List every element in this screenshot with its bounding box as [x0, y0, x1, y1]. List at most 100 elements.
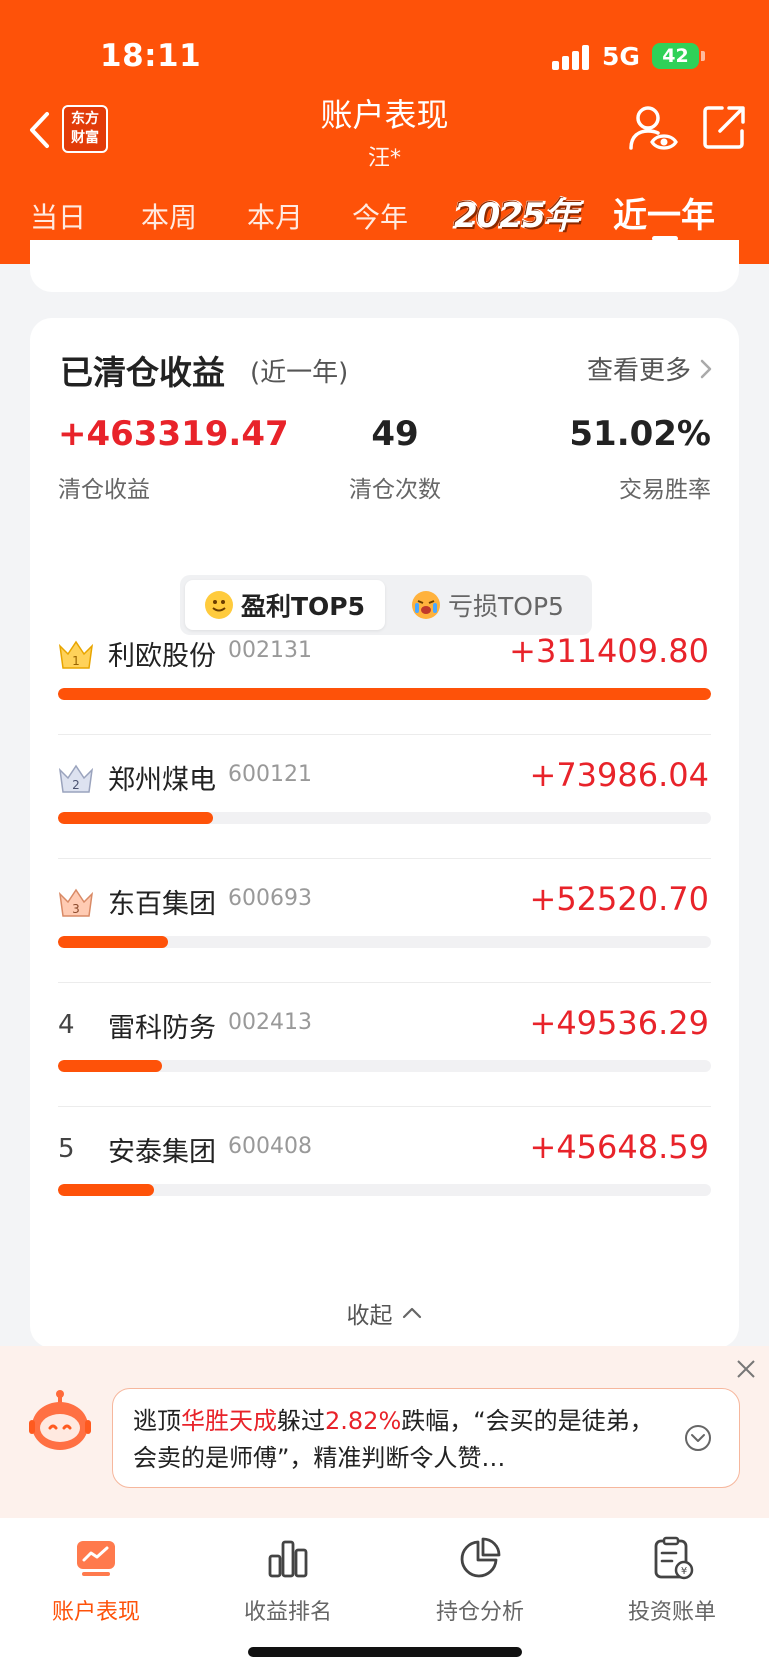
closed-count-label: 清仓次数 [349, 477, 441, 503]
nav-account-performance[interactable]: 账户表现 [0, 1536, 192, 1626]
closed-profit-label: 清仓收益 [58, 477, 150, 503]
profit-bar-fill [58, 1060, 162, 1072]
closed-count-value: 49 [371, 414, 419, 454]
range-tabs: 当日 本周 本月 今年 2025年 近一年 [0, 188, 769, 244]
privacy-toggle-icon [629, 106, 678, 150]
stock-name: 雷科防务 [108, 1013, 216, 1044]
insight-text: 逃顶华胜天成躲过2.82%跌幅，“会买的是徒弟，会卖的是师傅”，精准判断令人赞… [133, 1403, 673, 1477]
signal-icon [552, 44, 592, 70]
tab-this-year[interactable]: 今年 [352, 196, 408, 236]
see-more-link[interactable]: 查看更多 [587, 350, 713, 387]
tab-today[interactable]: 当日 [30, 196, 86, 236]
battery-level: 42 [662, 45, 689, 67]
ranking-row[interactable]: 3 东百集团 600693 +52520.70 [58, 876, 711, 1008]
stock-name: 安泰集团 [108, 1137, 216, 1168]
ranking-row[interactable]: 4 雷科防务 002413 +49536.29 [58, 1000, 711, 1132]
insight-pre: 逃顶 [133, 1407, 181, 1435]
insight-mid: 躲过 [277, 1407, 325, 1435]
insight-bubble[interactable]: 逃顶华胜天成躲过2.82%跌幅，“会买的是徒弟，会卖的是师傅”，精准判断令人赞… [112, 1388, 740, 1488]
rank-number: 4 [58, 1010, 75, 1040]
stock-profit: +73986.04 [529, 756, 710, 794]
crown-rank: 1 [72, 654, 80, 668]
close-banner-button[interactable] [735, 1358, 757, 1380]
profit-bar-fill [58, 936, 169, 948]
collapse-label: 收起 [346, 1303, 393, 1329]
row-divider [58, 1106, 711, 1107]
tab-2025[interactable]: 2025年 [453, 188, 581, 238]
closed-profit-value: +463319.47 [58, 414, 289, 454]
nav-holding-analysis[interactable]: 持仓分析 [384, 1536, 576, 1626]
nav-label: 投资账单 [627, 1600, 716, 1625]
top5-toggle: 盈利TOP5 亏损TOP5 [180, 575, 592, 635]
ranking-row[interactable]: 1 利欧股份 002131 +311409.80 [58, 628, 711, 760]
win-rate-label: 交易胜率 [619, 477, 711, 503]
card-range: (近一年) [250, 358, 349, 388]
stock-profit: +45648.59 [529, 1128, 710, 1166]
smile-emoji-icon [204, 591, 233, 619]
status-time: 18:11 [100, 38, 202, 74]
win-rate-value: 51.02% [569, 414, 711, 454]
stock-code: 600693 [228, 886, 312, 911]
profit-bar-track [58, 1184, 711, 1196]
nav-label: 持仓分析 [435, 1600, 524, 1625]
closed-positions-card: 已清仓收益 (近一年) 查看更多 +463319.47 清仓收益 49 清仓次数… [30, 318, 739, 1348]
loss-top5-tab[interactable]: 亏损TOP5 [388, 580, 588, 630]
profit-bar-track [58, 688, 711, 700]
crying-emoji-icon [412, 591, 441, 619]
profit-bar-track [58, 1060, 711, 1072]
tab-this-month[interactable]: 本月 [247, 196, 303, 236]
chevron-down-circle-icon [685, 1425, 711, 1451]
stock-name: 东百集团 [108, 889, 216, 920]
nav-label: 账户表现 [51, 1600, 140, 1625]
share-icon [703, 106, 745, 149]
see-more-label: 查看更多 [586, 356, 691, 386]
chevron-up-icon [402, 1307, 421, 1319]
chart-card-icon [77, 1541, 115, 1576]
insight-stock: 华胜天成 [181, 1407, 277, 1435]
rank-number: 5 [58, 1134, 75, 1164]
profit-top5-tab[interactable]: 盈利TOP5 [185, 580, 385, 630]
previous-card [30, 240, 739, 292]
stock-name: 郑州煤电 [108, 765, 216, 796]
ranking-row[interactable]: 5 安泰集团 600408 +45648.59 [58, 1124, 711, 1256]
stock-code: 600121 [228, 762, 312, 787]
ai-insight-banner: 逃顶华胜天成躲过2.82%跌幅，“会买的是徒弟，会卖的是师傅”，精准判断令人赞… [0, 1346, 769, 1518]
bottom-navigation: 账户表现 收益排名 持仓分析 ¥ 投资账单 [0, 1518, 769, 1665]
loss-top5-label: 亏损TOP5 [448, 592, 564, 621]
insight-percent: 2.82% [325, 1407, 402, 1435]
home-indicator [248, 1647, 522, 1657]
collapse-button[interactable]: 收起 [30, 1296, 739, 1330]
nav-label: 收益排名 [243, 1600, 332, 1625]
stock-code: 600408 [228, 1134, 312, 1159]
stock-profit: +49536.29 [529, 1004, 710, 1042]
stock-profit: +311409.80 [509, 632, 709, 670]
bar-chart-icon [268, 1540, 308, 1578]
crown-rank: 3 [72, 902, 80, 916]
chevron-right-icon [700, 359, 712, 378]
share-button[interactable] [702, 104, 746, 150]
profit-bar-fill [58, 688, 711, 700]
nav-profit-ranking[interactable]: 收益排名 [192, 1536, 384, 1626]
profit-top5-label: 盈利TOP5 [240, 592, 366, 621]
profit-bar-track [58, 936, 711, 948]
silver-crown-icon: 2 [58, 764, 94, 794]
app-header: 18:11 5G 42 东方 财富 账户表现 汪* 当日 本周 本月 今年 20… [0, 0, 769, 264]
tab-this-week[interactable]: 本周 [141, 196, 197, 236]
ranking-row[interactable]: 2 郑州煤电 600121 +73986.04 [58, 752, 711, 884]
gold-crown-icon: 1 [58, 640, 94, 670]
tab-past-year[interactable]: 近一年 [613, 188, 715, 237]
user-eye-icon[interactable] [628, 104, 678, 154]
robot-mascot-icon [28, 1388, 92, 1452]
nav-investment-bill[interactable]: ¥ 投资账单 [576, 1536, 768, 1626]
bill-icon: ¥ [654, 1536, 694, 1580]
row-divider [58, 982, 711, 983]
stock-profit: +52520.70 [529, 880, 710, 918]
crown-rank: 2 [72, 778, 80, 792]
stock-code: 002413 [228, 1010, 312, 1035]
profit-bar-track [58, 812, 711, 824]
svg-text:¥: ¥ [681, 1566, 687, 1577]
network-label: 5G [602, 42, 640, 71]
bronze-crown-icon: 3 [58, 888, 94, 918]
battery-icon: 42 [652, 43, 705, 69]
expand-insight-button[interactable] [683, 1423, 713, 1453]
